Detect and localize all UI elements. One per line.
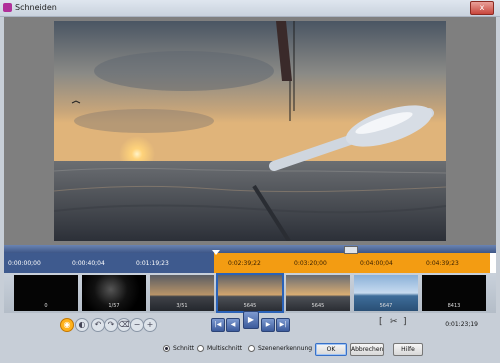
timeline-tick: 0:00:40;04 (72, 260, 105, 267)
thumbnail-label: 1/57 (108, 303, 120, 309)
zoom-in-icon[interactable]: + (143, 318, 157, 332)
mode-multischnitt[interactable]: Multischnitt (197, 345, 242, 352)
mode-szenenerkennung-label: Szenenerkennung (258, 345, 313, 352)
timecode-display: 0:01:23;19 (445, 321, 478, 328)
radio-button[interactable] (197, 345, 204, 352)
mode-multischnitt-label: Multischnitt (207, 345, 243, 352)
next-frame-icon[interactable]: ▶ (261, 318, 275, 332)
title-bar: Schneiden x (0, 0, 500, 17)
thumbnail[interactable]: 5645 (286, 275, 350, 311)
zoom-out-icon[interactable]: − (130, 318, 144, 332)
audio-icon[interactable]: ◐ (75, 318, 89, 332)
close-button[interactable]: x (470, 1, 494, 15)
undo-icon[interactable]: ↶ (91, 318, 105, 332)
help-button[interactable]: Hilfe (393, 343, 423, 356)
bottom-bar: Schnitt Multischnitt Szenenerkennung OK … (0, 335, 500, 363)
timeline-tick: 0:04:00;04 (360, 260, 393, 267)
cancel-button[interactable]: Abbrechen (350, 343, 384, 356)
timeline-tick: 0:02:39;22 (228, 260, 261, 267)
thumbnail[interactable]: 3/51 (150, 275, 214, 311)
timeline-tick: 0:01:19;23 (136, 260, 169, 267)
preview-area (4, 17, 496, 245)
thumbnail-label: 5647 (379, 303, 393, 309)
thumbnail-label: 5645 (311, 303, 325, 309)
redo-icon[interactable]: ↷ (104, 318, 118, 332)
radio-button[interactable] (163, 345, 170, 352)
timeline-scroll-handle[interactable] (344, 246, 358, 254)
thumbnail-selected[interactable]: 5645 (216, 273, 284, 313)
mark-in-icon[interactable]: [ (379, 317, 383, 327)
radio-button[interactable] (248, 345, 255, 352)
thumbnail-label: 8413 (447, 303, 461, 309)
thumbnail-label: 5645 (243, 303, 257, 309)
thumbnail-strip: 0 1/57 3/51 5645 5645 5647 8413 (4, 273, 496, 313)
thumbnail[interactable]: 0 (14, 275, 78, 311)
mode-schnitt-label: Schnitt (173, 345, 195, 352)
video-preview (54, 21, 446, 241)
ok-button[interactable]: OK (315, 343, 347, 356)
editing-controls: ◉ ◐ ↶ ↷ ⌫ − + |◀ ◀ ▶ ▶ ▶| [ ✂ ] 0:01:23;… (0, 311, 500, 335)
timeline[interactable]: 0:00:00;00 0:00:40;04 0:01:19;23 0:02:39… (4, 245, 496, 273)
thumbnail[interactable]: 8413 (422, 275, 486, 311)
delete-icon[interactable]: ⌫ (117, 318, 131, 332)
timeline-tick: 0:04:39;23 (426, 260, 459, 267)
mode-szenenerkennung[interactable]: Szenenerkennung (248, 345, 312, 352)
go-to-end-icon[interactable]: ▶| (276, 318, 290, 332)
playhead-marker[interactable] (212, 250, 220, 255)
scissors-icon[interactable]: ✂ (390, 317, 398, 327)
thumbnail[interactable]: 5647 (354, 275, 418, 311)
mode-schnitt[interactable]: Schnitt (163, 345, 194, 352)
thumbnail[interactable]: 1/57 (82, 275, 146, 311)
thumbnail-label: 0 (44, 303, 48, 309)
go-to-start-icon[interactable]: |◀ (211, 318, 225, 332)
previous-frame-icon[interactable]: ◀ (226, 318, 240, 332)
window-title: Schneiden (15, 3, 57, 12)
cut-mode-icon[interactable]: ◉ (60, 318, 74, 332)
app-icon (3, 3, 12, 12)
video-frame-image (54, 21, 446, 241)
timeline-tick: 0:00:00;00 (8, 260, 41, 267)
play-icon[interactable]: ▶ (243, 311, 259, 329)
thumbnail-label: 3/51 (176, 303, 188, 309)
timeline-overview-bar[interactable] (4, 245, 496, 253)
mark-out-icon[interactable]: ] (403, 317, 407, 327)
timeline-tick: 0:03:20;00 (294, 260, 327, 267)
